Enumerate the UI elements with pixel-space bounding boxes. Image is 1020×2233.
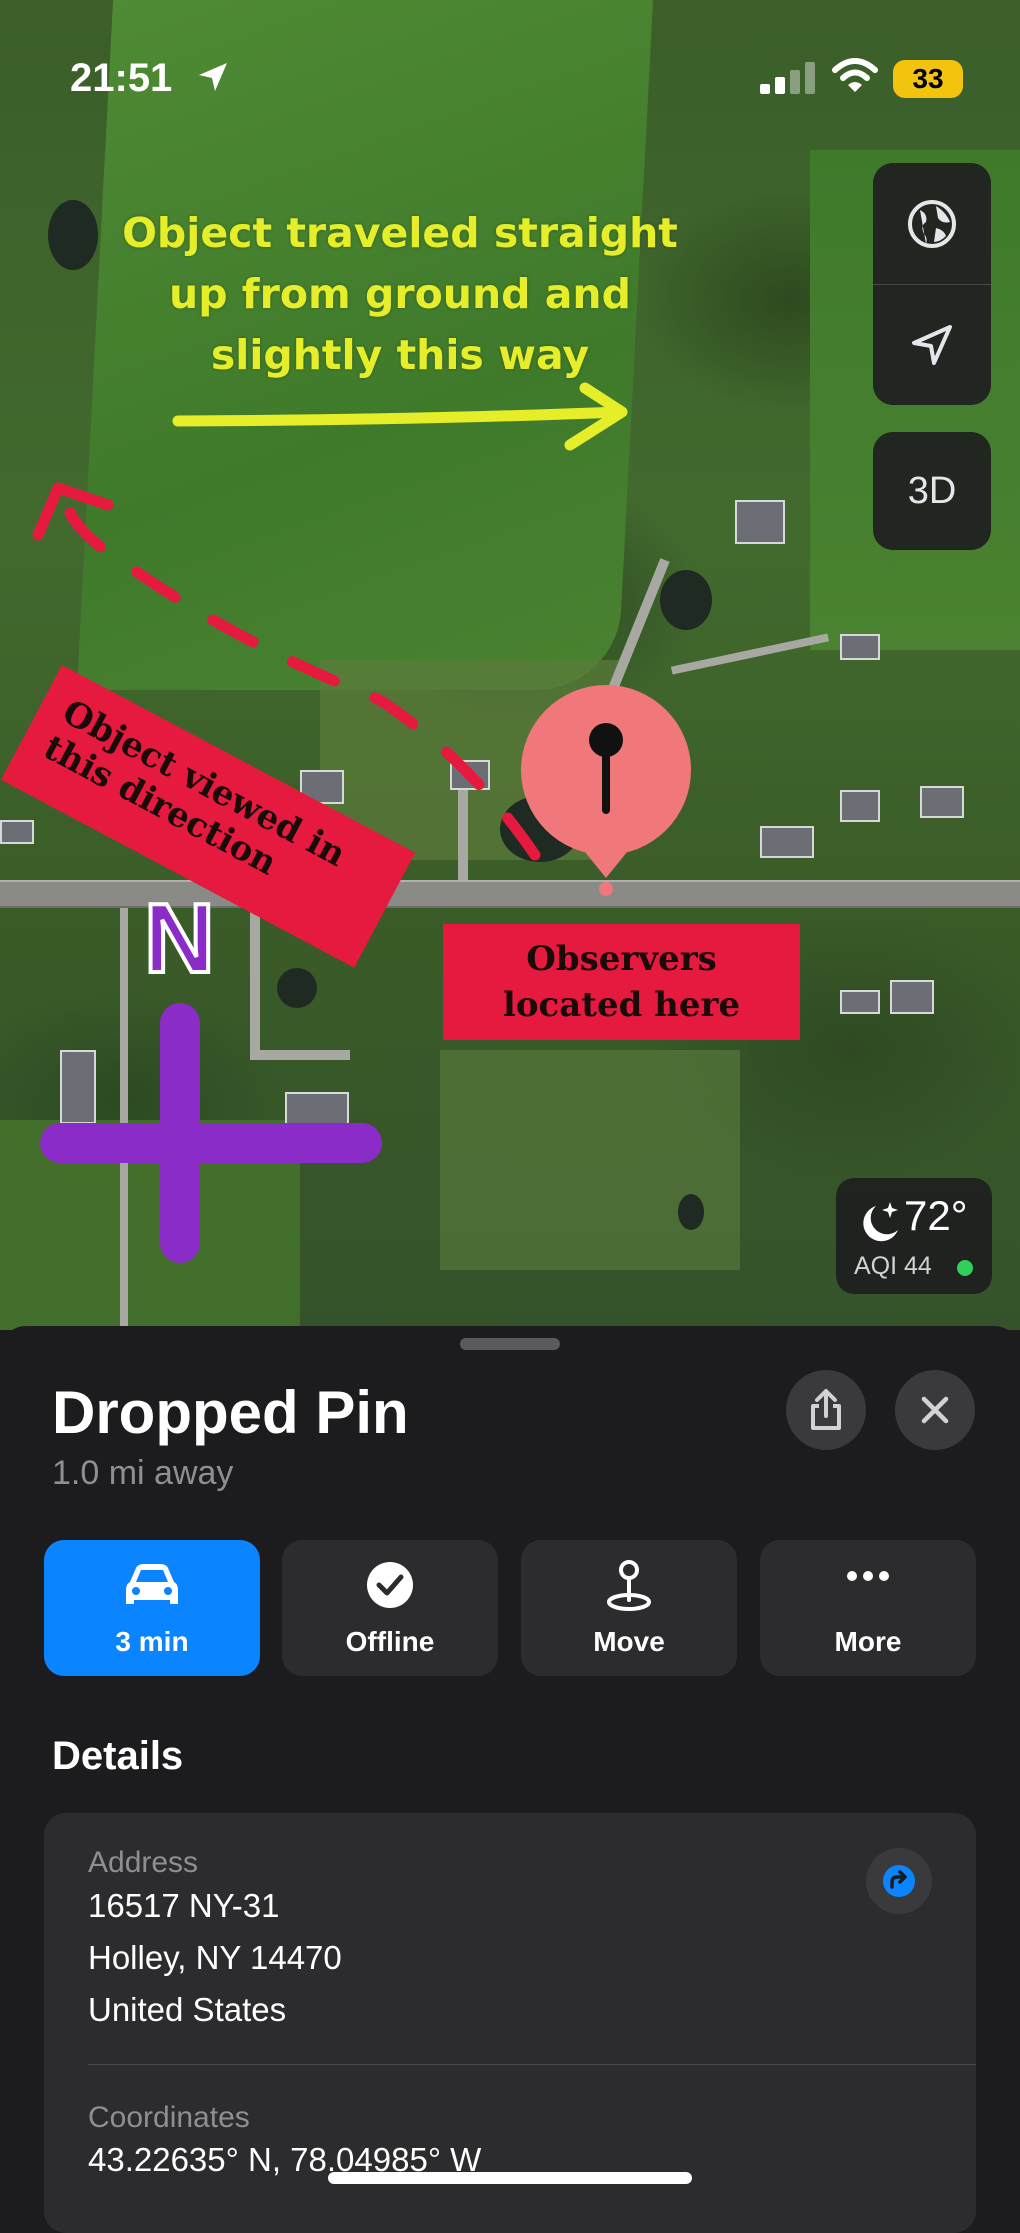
move-label: Move (593, 1626, 665, 1657)
more-button[interactable]: More (760, 1540, 976, 1676)
current-location-button[interactable] (873, 284, 991, 405)
map-type-button[interactable] (873, 163, 991, 284)
coordinates-label: Coordinates (88, 2101, 250, 2134)
checkmark-circle-icon (367, 1562, 413, 1608)
directions-button[interactable]: 3 min (44, 1540, 260, 1676)
location-arrow-icon (912, 324, 952, 365)
dropped-pin-marker (521, 685, 691, 896)
air-quality-index: AQI 44 (854, 1252, 932, 1280)
annotation-line: slightly this way (210, 331, 590, 379)
status-bar: 21:51 33 (0, 0, 1020, 100)
move-pin-button[interactable]: Move (521, 1540, 737, 1676)
status-time: 21:51 (70, 56, 173, 100)
offline-label: Offline (345, 1626, 435, 1657)
directions-label: 3 min (115, 1626, 189, 1657)
details-heading: Details (52, 1734, 184, 1778)
address-line-1[interactable]: 16517 NY-31 (88, 1880, 279, 1932)
wifi-icon (832, 58, 878, 92)
pin-move-icon (607, 1560, 651, 1611)
globe-icon (908, 199, 956, 248)
details-separator (88, 2064, 976, 2065)
address-directions-button[interactable] (866, 1848, 932, 1914)
address-line-2[interactable]: Holley, NY 14470 (88, 1932, 342, 1984)
location-services-icon (199, 63, 227, 91)
battery-indicator: 33 (893, 60, 963, 98)
annotation-line: located here (502, 985, 741, 1025)
annotation-line: Object traveled straight (122, 209, 678, 257)
annotation-line: Observers (526, 939, 717, 979)
cellular-signal-icon (760, 62, 815, 94)
north-label: N (142, 881, 217, 995)
address-label: Address (88, 1846, 199, 1879)
offline-button[interactable]: Offline (282, 1540, 498, 1676)
annotation-observers-label: Observers located here (443, 924, 800, 1040)
ellipsis-icon (847, 1571, 889, 1581)
sheet-grabber[interactable] (460, 1338, 560, 1350)
close-icon (921, 1396, 949, 1424)
annotation-line: up from ground and (169, 270, 631, 318)
map-controls (873, 163, 991, 405)
moon-stars-icon (863, 1202, 898, 1242)
directions-arrow-icon (883, 1865, 915, 1897)
close-button[interactable] (895, 1370, 975, 1450)
annotation-traveled-text: Object traveled straight up from ground … (100, 203, 700, 386)
place-distance: 1.0 mi away (52, 1454, 234, 1492)
home-indicator[interactable] (328, 2172, 692, 2184)
satellite-map[interactable]: Object traveled straight up from ground … (0, 0, 1020, 1330)
share-button[interactable] (786, 1370, 866, 1450)
car-icon (126, 1564, 178, 1604)
3d-toggle-button[interactable]: 3D (873, 432, 991, 550)
yellow-arrow-shaft (172, 406, 626, 427)
map-annotations-layer (32, 382, 691, 1263)
aqi-status-dot (957, 1260, 973, 1276)
address-line-3[interactable]: United States (88, 1984, 286, 2036)
more-label: More (834, 1626, 902, 1657)
share-icon (811, 1389, 841, 1430)
weather-widget[interactable]: 72° AQI 44 (836, 1178, 992, 1294)
weather-temperature: 72° (904, 1192, 968, 1239)
place-title: Dropped Pin (52, 1379, 409, 1446)
